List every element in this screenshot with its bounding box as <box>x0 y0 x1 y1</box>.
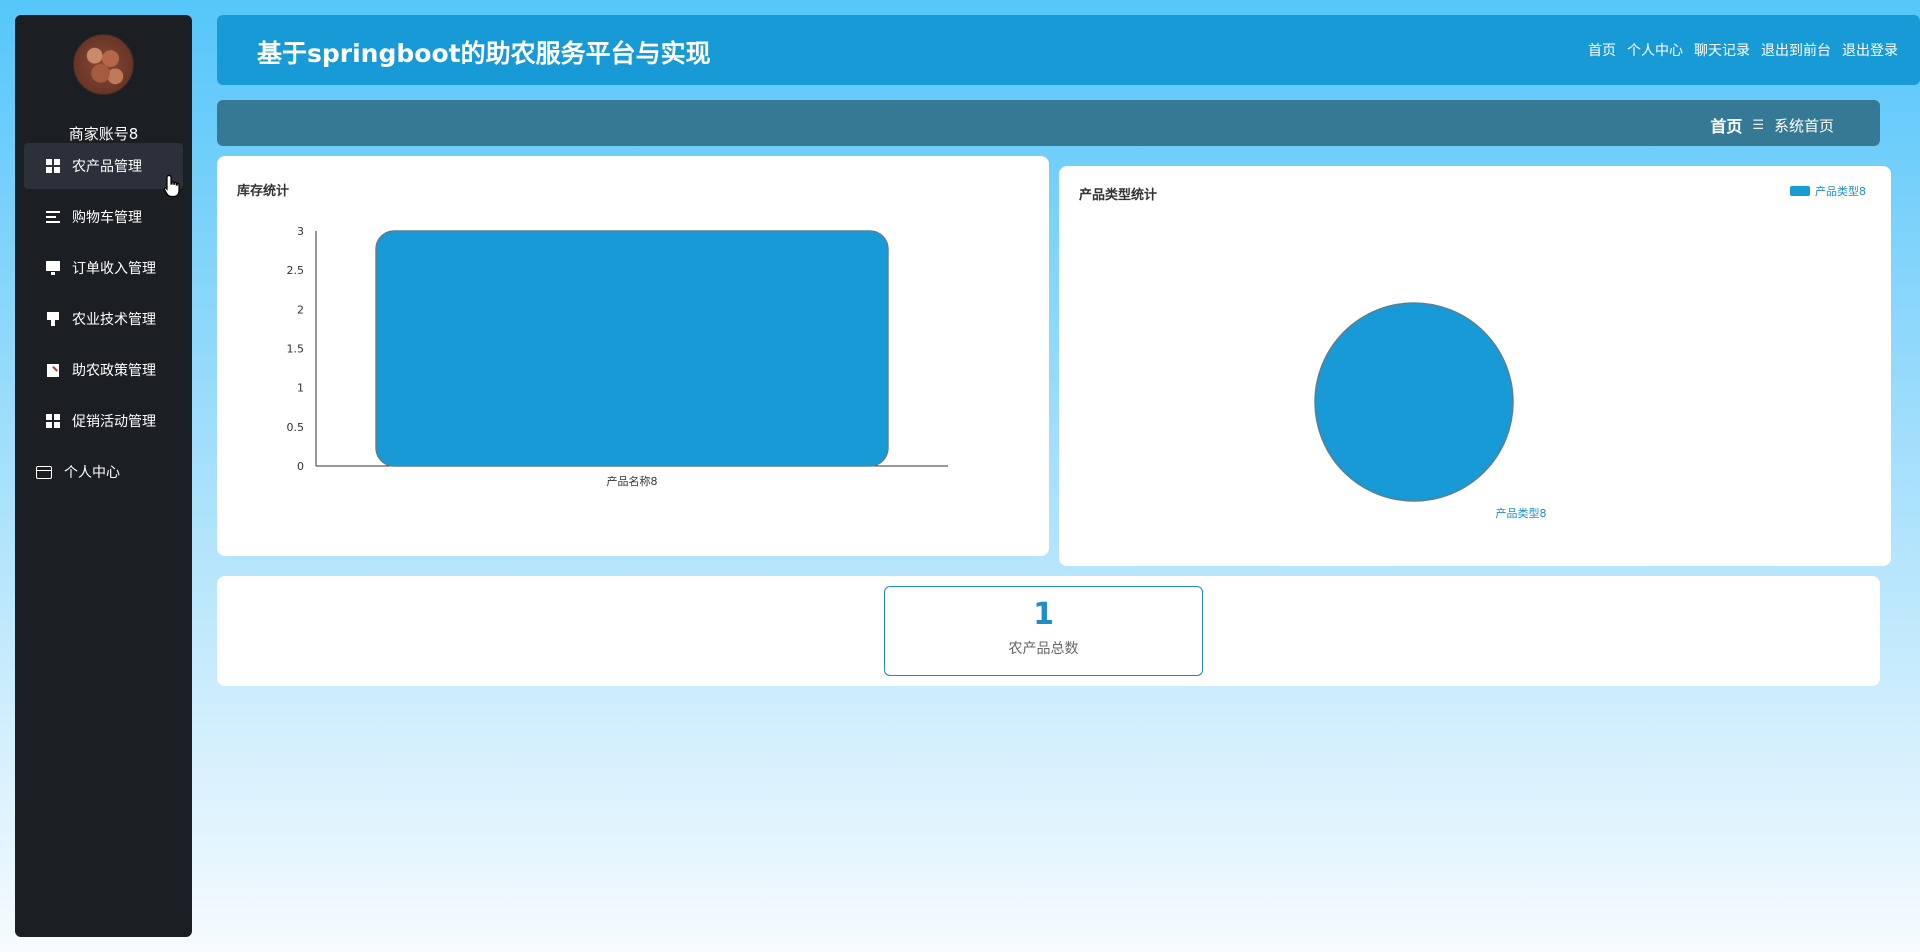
username: 商家账号8 <box>68 125 139 143</box>
bar <box>375 230 889 467</box>
y-tick-label: 0 <box>297 460 304 473</box>
sidebar-item-label: 购物车管理 <box>72 210 142 226</box>
sidebar-item-label: 助农政策管理 <box>72 363 156 379</box>
legend-label: 产品类型8 <box>1815 184 1866 198</box>
nav-logout-link[interactable]: 退出登录 <box>1842 40 1898 60</box>
y-tick-label: 2.5 <box>287 264 305 277</box>
avatar[interactable] <box>73 34 134 95</box>
y-tick-label: 0.5 <box>287 421 305 434</box>
sidebar-item-profile[interactable]: 个人中心 <box>24 449 183 495</box>
inventory-bar-chart: 0 0.5 1 1.5 2 2.5 3 产品名称8 <box>287 225 948 488</box>
app-title: 基于springboot的助农服务平台与实现 <box>257 39 711 68</box>
nav-profile-link[interactable]: 个人中心 <box>1627 40 1683 60</box>
stats-panel: 1 农产品总数 <box>217 576 1880 686</box>
nav-frontend-link[interactable]: 退出到前台 <box>1761 40 1831 60</box>
top-header: 基于springboot的助农服务平台与实现 首页 个人中心 聊天记录 退出到前… <box>217 15 1920 85</box>
sidebar-item-tech[interactable]: 农业技术管理 <box>24 296 183 342</box>
sidebar-item-cart[interactable]: 购物车管理 <box>24 194 183 240</box>
y-tick-label: 1.5 <box>287 343 305 356</box>
sidebar-item-label: 农产品管理 <box>72 159 142 175</box>
brush-icon <box>46 312 60 326</box>
list-icon <box>46 210 60 224</box>
breadcrumb-separator-icon: ☰ <box>1752 117 1764 133</box>
sidebar-item-label: 订单收入管理 <box>72 261 156 277</box>
pie-slice <box>1314 302 1514 502</box>
sidebar-item-promotions[interactable]: 促销活动管理 <box>24 398 183 444</box>
stat-label: 农产品总数 <box>1008 641 1079 657</box>
header-nav: 首页 个人中心 聊天记录 退出到前台 退出登录 <box>1588 40 1898 60</box>
clipboard-icon <box>46 363 60 377</box>
x-tick-label: 产品名称8 <box>607 474 658 488</box>
breadcrumb-home[interactable]: 首页 <box>1710 113 1742 137</box>
monitor-icon <box>46 261 60 275</box>
y-tick-label: 1 <box>297 382 304 395</box>
breadcrumb: 首页 ☰ 系统首页 <box>1710 113 1834 137</box>
stat-value: 1 <box>1033 597 1054 632</box>
hand-cursor-icon <box>163 174 180 198</box>
card-icon <box>36 465 52 479</box>
product-type-pie-chart: 产品类型8 产品类型8 <box>1314 184 1866 520</box>
legend-swatch <box>1790 186 1810 196</box>
sidebar-item-label: 促销活动管理 <box>72 414 156 430</box>
nav-home-link[interactable]: 首页 <box>1588 40 1616 60</box>
sidebar-item-label: 个人中心 <box>64 465 120 481</box>
stat-card: 1 农产品总数 <box>884 586 1203 676</box>
y-tick-label: 2 <box>297 303 304 316</box>
pie-slice-label: 产品类型8 <box>1496 506 1547 520</box>
inventory-chart-panel: 库存统计 0 0.5 1 1.5 2 2.5 3 产品名称8 <box>217 156 1049 556</box>
sidebar-item-policy[interactable]: 助农政策管理 <box>24 347 183 393</box>
sidebar: 商家账号8 农产品管理 购物车管理 订单收入管理 农业技术管理 助农政策管理 促… <box>15 15 192 937</box>
nav-chat-link[interactable]: 聊天记录 <box>1694 40 1750 60</box>
grid-icon <box>46 414 60 428</box>
sidebar-item-products[interactable]: 农产品管理 <box>24 143 183 189</box>
sidebar-item-orders[interactable]: 订单收入管理 <box>24 245 183 291</box>
breadcrumb-bar: 首页 ☰ 系统首页 <box>217 100 1880 146</box>
grid-icon <box>46 159 60 173</box>
product-type-chart-panel: 产品类型统计 产品类型8 产品类型8 <box>1059 166 1891 566</box>
y-tick-label: 3 <box>297 225 304 238</box>
breadcrumb-current: 系统首页 <box>1773 116 1834 135</box>
sidebar-menu: 农产品管理 购物车管理 订单收入管理 农业技术管理 助农政策管理 促销活动管理 … <box>24 143 183 500</box>
sidebar-item-label: 农业技术管理 <box>72 312 156 328</box>
